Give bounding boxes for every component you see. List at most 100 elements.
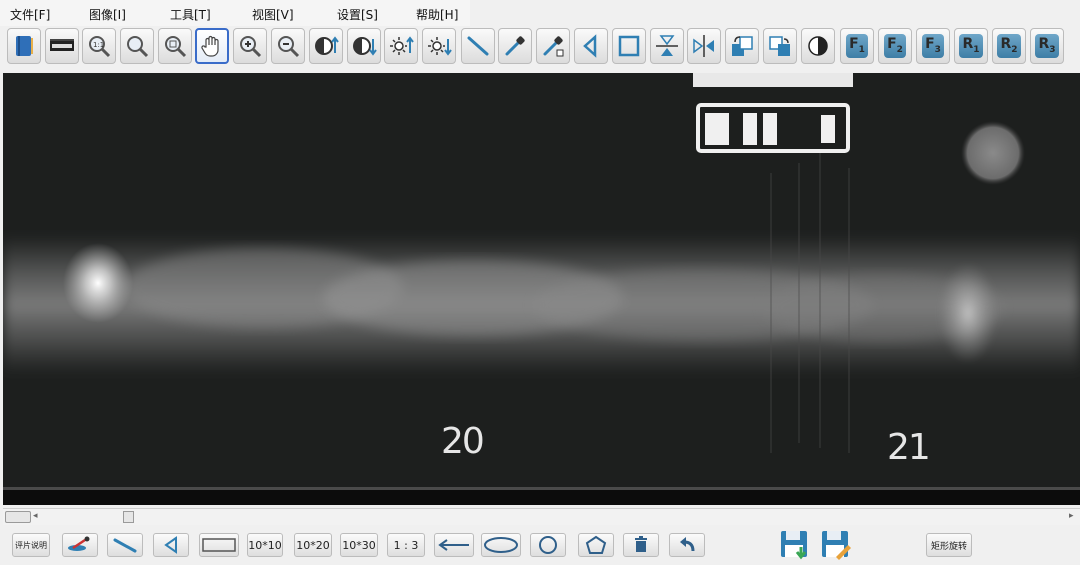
ellipse-tool-button[interactable] bbox=[481, 533, 521, 557]
f3-icon: F3 bbox=[922, 33, 944, 59]
rect-rotate-button[interactable]: 矩形旋转 bbox=[926, 533, 972, 557]
r3-button[interactable]: R3 bbox=[1030, 28, 1064, 64]
r2-icon: R2 bbox=[997, 33, 1021, 59]
trash-icon bbox=[635, 536, 647, 552]
ratio-button[interactable]: 1 : 3 bbox=[387, 533, 425, 557]
line-tool-icon bbox=[113, 538, 137, 553]
svg-text:1:1: 1:1 bbox=[93, 41, 104, 49]
flip-vertical-icon bbox=[656, 35, 678, 56]
triangle-left-icon bbox=[164, 536, 177, 554]
flip-vertical-button[interactable] bbox=[650, 28, 684, 64]
arrow-left-icon bbox=[438, 539, 469, 551]
line-measure-button[interactable] bbox=[107, 533, 143, 557]
arrow-tool-button[interactable] bbox=[434, 533, 474, 557]
zoom-reset-button[interactable] bbox=[158, 28, 192, 64]
book-icon bbox=[16, 36, 33, 56]
zoom-fit-button[interactable]: 1:1 bbox=[82, 28, 116, 64]
book-button[interactable] bbox=[7, 28, 41, 64]
scroll-right-icon[interactable]: ▸ bbox=[1069, 511, 1074, 521]
r2-button[interactable]: R2 bbox=[992, 28, 1026, 64]
brightness-up-button[interactable] bbox=[384, 28, 418, 64]
radiograph-viewer[interactable]: 20 21 bbox=[3, 73, 1080, 505]
contrast-down-icon bbox=[353, 37, 377, 56]
zoom-icon bbox=[127, 36, 149, 58]
menu-settings[interactable]: 设置[S] bbox=[337, 6, 378, 23]
f2-icon: F2 bbox=[884, 33, 906, 59]
eyedropper-edit-icon bbox=[543, 36, 564, 57]
zoom-out-icon bbox=[278, 36, 300, 58]
zoom-reset-icon bbox=[165, 36, 187, 58]
f1-button[interactable]: F1 bbox=[840, 28, 874, 64]
rectangle-measure-button[interactable] bbox=[199, 533, 239, 557]
brightness-down-button[interactable] bbox=[422, 28, 456, 64]
circle-icon bbox=[539, 536, 557, 554]
flip-horizontal-icon bbox=[693, 35, 714, 57]
contrast-up-button[interactable] bbox=[309, 28, 343, 64]
invert-button[interactable] bbox=[801, 28, 835, 64]
rotate-right-icon bbox=[769, 36, 790, 56]
rectangle-icon bbox=[202, 538, 236, 552]
triangle-measure-button[interactable] bbox=[153, 533, 189, 557]
review-notes-button[interactable]: 评片说明 bbox=[12, 533, 50, 557]
line-tool-icon bbox=[467, 36, 489, 56]
horizontal-scrollbar[interactable]: ◂ ▸ bbox=[3, 508, 1080, 525]
undo-button[interactable] bbox=[669, 533, 705, 557]
rectangle-button[interactable] bbox=[612, 28, 646, 64]
zoom-in-button[interactable] bbox=[233, 28, 267, 64]
flip-horizontal-button[interactable] bbox=[687, 28, 721, 64]
undo-icon bbox=[680, 537, 695, 552]
triangle-left-button[interactable] bbox=[574, 28, 608, 64]
contrast-down-button[interactable] bbox=[347, 28, 381, 64]
zoom-out-button[interactable] bbox=[271, 28, 305, 64]
f2-button[interactable]: F2 bbox=[878, 28, 912, 64]
dropper-tool-button[interactable] bbox=[62, 533, 98, 557]
pentagon-icon bbox=[585, 535, 607, 554]
menu-help[interactable]: 帮助[H] bbox=[416, 6, 458, 23]
main-toolbar: 1:1 F1 F2 F3 R1 R2 R3 bbox=[0, 26, 1080, 70]
menu-file[interactable]: 文件[F] bbox=[10, 6, 50, 23]
save-edit-icon bbox=[822, 531, 851, 560]
rectangle-icon bbox=[618, 35, 640, 57]
f3-button[interactable]: F3 bbox=[916, 28, 950, 64]
r3-icon: R3 bbox=[1035, 33, 1059, 59]
menu-image[interactable]: 图像[I] bbox=[89, 6, 126, 23]
ellipse-icon bbox=[484, 537, 518, 553]
eyedropper-button[interactable] bbox=[498, 28, 532, 64]
zoom-fit-icon: 1:1 bbox=[89, 36, 111, 58]
line-tool-button[interactable] bbox=[461, 28, 495, 64]
hand-pan-icon bbox=[201, 35, 219, 57]
save-download-icon bbox=[781, 531, 807, 560]
rotate-right-button[interactable] bbox=[763, 28, 797, 64]
rotate-left-button[interactable] bbox=[725, 28, 759, 64]
film-strip-icon bbox=[50, 39, 74, 51]
r1-icon: R1 bbox=[959, 33, 983, 59]
triangle-left-icon bbox=[583, 34, 597, 58]
eyedropper-icon bbox=[505, 36, 525, 56]
menu-view[interactable]: 视图[V] bbox=[252, 6, 294, 23]
eyedropper-edit-button[interactable] bbox=[536, 28, 570, 64]
save-as-button[interactable] bbox=[820, 529, 852, 561]
save-button[interactable] bbox=[779, 529, 811, 561]
scroll-thumb[interactable] bbox=[123, 511, 134, 523]
hand-pan-button[interactable] bbox=[195, 28, 229, 64]
zoom-button[interactable] bbox=[120, 28, 154, 64]
rotate-left-icon bbox=[732, 36, 753, 56]
position-marker-21: 21 bbox=[887, 427, 931, 468]
eyedropper-icon bbox=[68, 536, 90, 551]
position-marker-20: 20 bbox=[441, 421, 485, 462]
menu-tools[interactable]: 工具[T] bbox=[170, 6, 211, 23]
r1-button[interactable]: R1 bbox=[954, 28, 988, 64]
grid-10x20-button[interactable]: 10*20 bbox=[294, 533, 332, 557]
f1-icon: F1 bbox=[846, 33, 868, 59]
delete-button[interactable] bbox=[623, 533, 659, 557]
scroll-box[interactable] bbox=[5, 511, 31, 523]
scroll-left-icon[interactable]: ◂ bbox=[33, 511, 38, 521]
grid-10x10-button[interactable]: 10*10 bbox=[247, 533, 283, 557]
grid-10x30-button[interactable]: 10*30 bbox=[340, 533, 378, 557]
contrast-up-icon bbox=[315, 36, 339, 55]
menu-bar: 文件[F] 图像[I] 工具[T] 视图[V] 设置[S] 帮助[H] bbox=[0, 0, 470, 26]
circle-tool-button[interactable] bbox=[530, 533, 566, 557]
brightness-down-icon bbox=[428, 37, 452, 56]
polygon-tool-button[interactable] bbox=[578, 533, 614, 557]
film-strip-button[interactable] bbox=[45, 28, 79, 64]
